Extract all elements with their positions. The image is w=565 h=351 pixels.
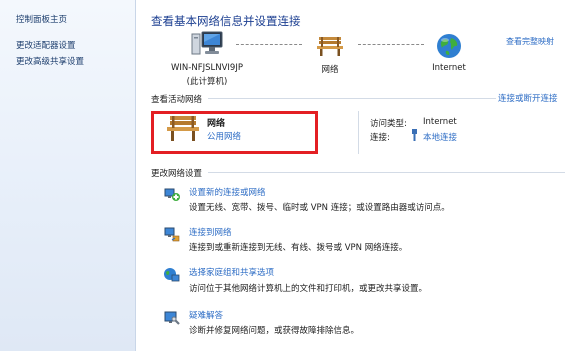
section-divider — [208, 172, 565, 173]
connect-disconnect-link[interactable]: 连接或断开连接 — [498, 92, 558, 104]
homegroup-sharing-link[interactable]: 选择家庭组和共享选项 — [189, 266, 274, 278]
change-adapter-settings-link[interactable]: 更改适配器设置 — [16, 39, 76, 51]
change-advanced-sharing-link[interactable]: 更改高级共享设置 — [16, 55, 84, 67]
access-type-label: 访问类型: — [370, 119, 407, 129]
map-connector-line — [236, 44, 302, 45]
task-description: 诊断并修复网络问题，或获得故障排除信息。 — [189, 326, 360, 336]
connections-label: 连接: — [370, 133, 390, 143]
access-type-value: Internet — [423, 117, 457, 127]
computer-sub-label: (此计算机) — [186, 77, 228, 87]
bench-icon — [317, 37, 343, 56]
computer-name: WIN-NFJSLNVI9JP — [171, 63, 243, 73]
ethernet-plug-icon — [412, 129, 417, 141]
internet-map-label: Internet — [432, 63, 466, 73]
computer-icon — [191, 31, 223, 55]
setup-connection-link[interactable]: 设置新的连接或网络 — [189, 186, 266, 198]
network-location-type-link[interactable]: 公用网络 — [207, 130, 241, 142]
task-description: 访问位于其他网络计算机上的文件和打印机，或更改共享设置。 — [189, 284, 428, 294]
task-description: 设置无线、宽带、拨号、临时或 VPN 连接；或设置路由器或访问点。 — [189, 203, 450, 213]
vertical-divider — [358, 111, 359, 154]
connect-network-icon[interactable] — [163, 226, 181, 244]
pane-divider — [135, 0, 136, 351]
bench-icon[interactable] — [165, 114, 201, 142]
task-description: 连接到或重新连接到无线、有线、拨号或 VPN 网络连接。 — [189, 243, 408, 253]
internet-globe-icon — [437, 34, 461, 58]
control-panel-home-link[interactable]: 控制面板主页 — [16, 13, 67, 25]
active-networks-header: 查看活动网络 — [151, 95, 203, 105]
new-connection-icon[interactable] — [163, 186, 181, 204]
homegroup-icon[interactable] — [163, 266, 181, 284]
see-full-map-link[interactable]: 查看完整映射 — [506, 36, 554, 47]
left-nav-pane: 控制面板主页 更改适配器设置 更改高级共享设置 — [0, 0, 135, 351]
map-connector-line — [358, 44, 424, 45]
troubleshoot-icon[interactable] — [163, 309, 181, 327]
active-network-name: 网络 — [207, 119, 226, 129]
network-map-label: 网络 — [321, 65, 339, 75]
change-settings-header: 更改网络设置 — [151, 169, 203, 179]
section-divider — [208, 98, 496, 99]
local-connection-link[interactable]: 本地连接 — [423, 131, 457, 143]
troubleshoot-link[interactable]: 疑难解答 — [189, 309, 223, 321]
connect-to-network-link[interactable]: 连接到网络 — [189, 226, 232, 238]
page-title: 查看基本网络信息并设置连接 — [151, 14, 301, 28]
